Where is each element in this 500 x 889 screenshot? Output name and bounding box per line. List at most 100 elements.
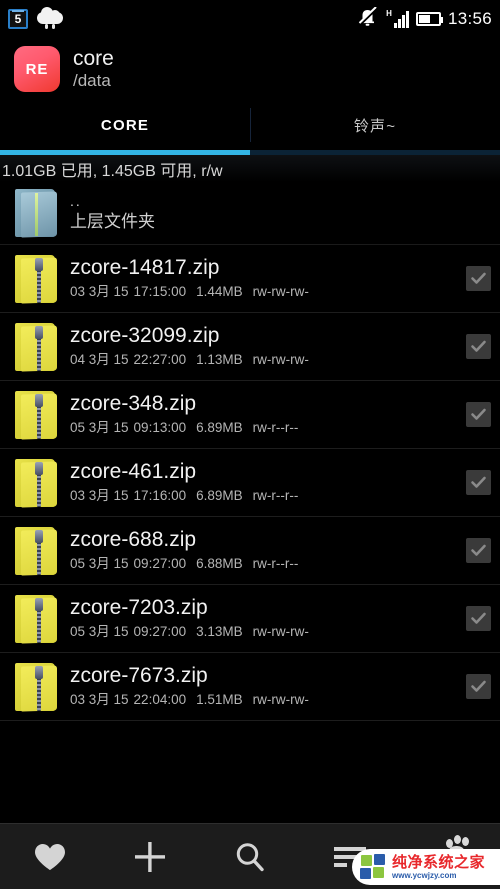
file-checkbox-cell[interactable]: [456, 538, 500, 563]
battery-icon: [415, 12, 443, 26]
file-checkbox-cell[interactable]: [456, 470, 500, 495]
file-date-label: 05 3月 15: [70, 556, 129, 572]
file-size-label: 1.13MB: [196, 352, 243, 368]
search-button[interactable]: [200, 824, 300, 889]
table-row[interactable]: zcore-14817.zip 03 3月 15 17:15:00 1.44MB rw-…: [0, 245, 500, 313]
file-date-label: 05 3月 15: [70, 624, 129, 640]
file-checkbox-cell[interactable]: [456, 334, 500, 359]
file-name-label: zcore-7203.zip: [70, 595, 208, 619]
file-meta-label: 04 3月 15 22:27:00 1.13MB rw-rw-rw-: [70, 351, 450, 369]
table-row[interactable]: zcore-688.zip 05 3月 15 09:27:00 6.88MB rw-r-…: [0, 517, 500, 585]
file-meta-label: 05 3月 15 09:13:00 6.89MB rw-r--r--: [70, 419, 450, 437]
parent-directory-row[interactable]: .. 上层文件夹: [0, 182, 500, 245]
file-time-label: 09:13:00: [133, 420, 187, 436]
file-checkbox-cell[interactable]: [456, 266, 500, 291]
calendar-day-label: 5: [14, 12, 22, 26]
file-size-label: 6.89MB: [196, 488, 243, 504]
file-time-label: 09:27:00: [133, 624, 187, 640]
table-row[interactable]: zcore-7203.zip 05 3月 15 09:27:00 3.13MB rw-r…: [0, 585, 500, 653]
file-icon-cell: [4, 661, 70, 713]
file-checkbox[interactable]: [465, 266, 491, 291]
parent-folder-icon-cell: [4, 187, 70, 239]
file-date-label: 05 3月 15: [70, 420, 129, 436]
file-date-label: 04 3月 15: [70, 352, 129, 368]
file-time-label: 22:04:00: [133, 692, 187, 708]
file-text-cell: zcore-32099.zip 04 3月 15 22:27:00 1.13MB rw-…: [70, 324, 456, 370]
file-checkbox[interactable]: [465, 606, 491, 631]
favorites-button[interactable]: [0, 824, 100, 889]
breadcrumb-path: /data: [73, 70, 111, 90]
file-icon-cell: [4, 593, 70, 645]
file-size-label: 6.89MB: [196, 420, 243, 436]
parent-desc-label: 上层文件夹: [70, 212, 155, 232]
add-button[interactable]: [100, 824, 200, 889]
app-icon[interactable]: RE: [14, 46, 60, 92]
file-checkbox-cell[interactable]: [456, 674, 500, 699]
app-header: RE core /data: [0, 38, 500, 100]
table-row[interactable]: zcore-348.zip 05 3月 15 09:13:00 6.89MB rw-r-…: [0, 381, 500, 449]
calendar-icon: 5: [8, 9, 28, 29]
search-icon: [234, 841, 266, 873]
zip-folder-icon: [13, 457, 61, 509]
tab-core[interactable]: CORE: [0, 100, 250, 150]
file-name-label: zcore-348.zip: [70, 391, 197, 415]
app-badge-label: RE: [25, 60, 49, 78]
file-date-label: 03 3月 15: [70, 692, 129, 708]
status-bar: 5 H 13:56: [0, 0, 500, 38]
status-bar-right: H 13:56: [357, 0, 492, 38]
file-icon-cell: [4, 389, 70, 441]
file-manager-screen: 5 H 13:56 RE core /data CORE 铃声~ 1.01GB …: [0, 0, 500, 889]
sort-button[interactable]: [300, 824, 400, 889]
file-name-label: zcore-7673.zip: [70, 663, 208, 687]
file-meta-label: 03 3月 15 17:15:00 1.44MB rw-rw-rw-: [70, 283, 450, 301]
file-text-cell: zcore-7673.zip 03 3月 15 22:04:00 1.51MB rw-r…: [70, 664, 456, 710]
storage-info-label: 1.01GB 已用, 1.45GB 可用, r/w: [2, 162, 223, 180]
zip-folder-icon: [13, 525, 61, 577]
tab-indicator-active: [0, 150, 250, 155]
file-meta-label: 05 3月 15 09:27:00 6.88MB rw-r--r--: [70, 555, 450, 573]
file-checkbox-cell[interactable]: [456, 606, 500, 631]
parent-text-cell: .. 上层文件夹: [70, 193, 456, 233]
file-time-label: 17:15:00: [133, 284, 187, 300]
file-time-label: 17:16:00: [133, 488, 187, 504]
zip-folder-icon: [13, 661, 61, 713]
rain-cloud-icon: [37, 7, 63, 29]
file-checkbox[interactable]: [465, 538, 491, 563]
file-checkbox-cell[interactable]: [456, 402, 500, 427]
tab-indicator-bar: [0, 150, 500, 155]
heart-icon: [33, 842, 67, 872]
file-perms-label: rw-r--r--: [252, 488, 299, 504]
file-perms-label: rw-r--r--: [252, 420, 299, 436]
title-block: core /data: [73, 47, 114, 92]
table-row[interactable]: zcore-461.zip 03 3月 15 17:16:00 6.89MB rw-r-…: [0, 449, 500, 517]
file-checkbox[interactable]: [465, 402, 491, 427]
file-name-label: zcore-32099.zip: [70, 323, 220, 347]
file-date-label: 03 3月 15: [70, 488, 129, 504]
storage-info-bar: 1.01GB 已用, 1.45GB 可用, r/w: [0, 155, 500, 182]
table-row[interactable]: zcore-32099.zip 04 3月 15 22:27:00 1.13MB rw-…: [0, 313, 500, 381]
file-icon-cell: [4, 321, 70, 373]
file-text-cell: zcore-348.zip 05 3月 15 09:13:00 6.89MB rw-r-…: [70, 392, 456, 438]
file-icon-cell: [4, 253, 70, 305]
file-text-cell: zcore-688.zip 05 3月 15 09:27:00 6.88MB rw-r-…: [70, 528, 456, 574]
tab-bar: CORE 铃声~: [0, 100, 500, 150]
network-type-label: H: [386, 9, 392, 18]
folder-blue-icon: [13, 187, 61, 239]
file-name-label: zcore-461.zip: [70, 459, 197, 483]
file-time-label: 22:27:00: [133, 352, 187, 368]
file-size-label: 3.13MB: [196, 624, 243, 640]
tab-ringtones[interactable]: 铃声~: [250, 100, 500, 150]
file-icon-cell: [4, 457, 70, 509]
file-checkbox[interactable]: [465, 674, 491, 699]
file-name-label: zcore-14817.zip: [70, 255, 220, 279]
file-perms-label: rw-rw-rw-: [252, 352, 309, 368]
file-checkbox[interactable]: [465, 334, 491, 359]
table-row[interactable]: zcore-7673.zip 03 3月 15 22:04:00 1.51MB rw-r…: [0, 653, 500, 721]
file-perms-label: rw-r--r--: [252, 556, 299, 572]
file-list: .. 上层文件夹 zcore-14817.zip 03 3月 15 17:15:00…: [0, 182, 500, 721]
status-bar-left: 5: [8, 7, 63, 29]
file-checkbox[interactable]: [465, 470, 491, 495]
tab-core-label: CORE: [100, 116, 150, 134]
clock-label: 13:56: [447, 9, 492, 28]
